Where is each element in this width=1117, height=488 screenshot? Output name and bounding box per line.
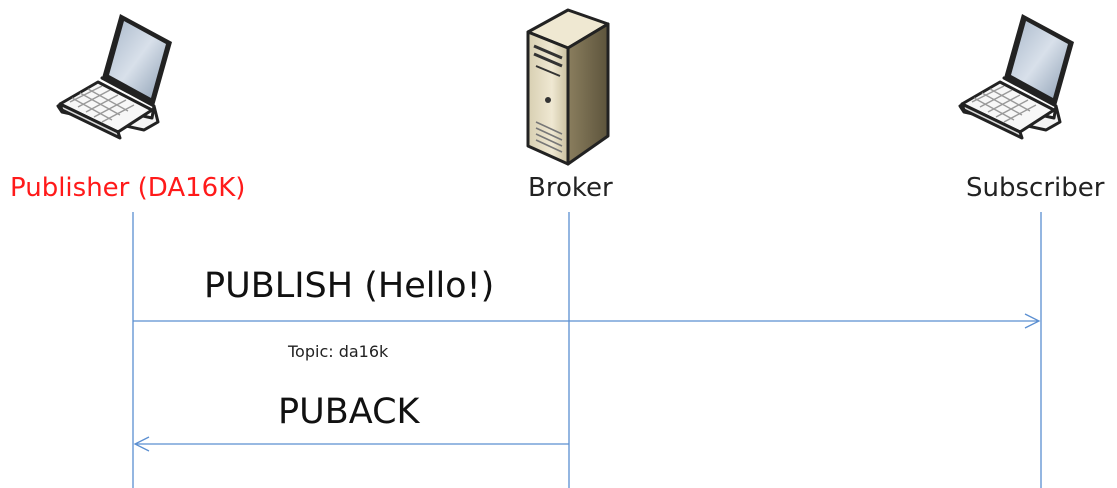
puback-arrow [133,436,569,452]
diagram-canvas [56,8,1074,488]
message-label-puback: PUBACK [278,392,420,432]
participant-label-broker: Broker [528,173,613,203]
publish-arrow [133,313,1041,329]
message-sublabel-topic: Topic: da16k [288,342,389,361]
laptop-icon [56,14,172,140]
sequence-diagram: Publisher (DA16K) Broker Subscriber PUBL… [0,0,1117,488]
laptop-icon [958,14,1074,140]
participant-label-subscriber: Subscriber [966,173,1105,203]
message-label-publish: PUBLISH (Hello!) [204,266,495,306]
server-icon [526,8,610,166]
participant-label-publisher: Publisher (DA16K) [10,173,246,203]
